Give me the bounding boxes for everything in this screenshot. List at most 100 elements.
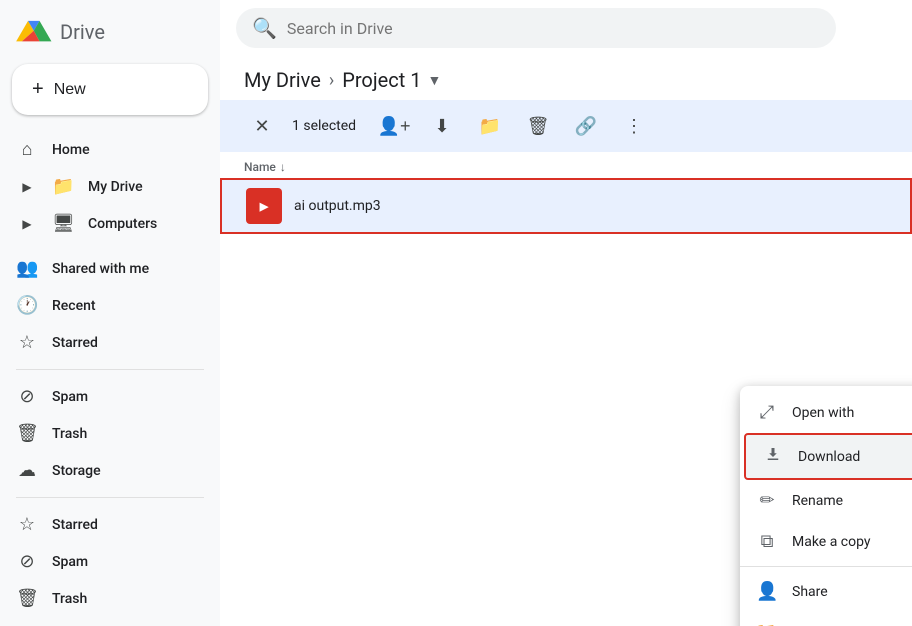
computers-expand-icon: ▶ xyxy=(16,217,38,231)
organize-icon: 📂 xyxy=(756,622,778,626)
search-bar[interactable]: 🔍 xyxy=(236,8,836,48)
app-name: Drive xyxy=(60,20,105,44)
sidebar-item-computers[interactable]: ▶ 🖥 Computers xyxy=(0,205,208,242)
content-area: Name ↓ ▶ ai output.mp3 ⤢ Open with › xyxy=(220,156,912,626)
sidebar-item-trash[interactable]: 🗑 Trash xyxy=(0,415,208,452)
close-selection-button[interactable]: ✕ xyxy=(244,108,280,144)
shared-icon: 👥 xyxy=(16,258,38,279)
sidebar-item-starred2[interactable]: ☆ Starred xyxy=(0,506,208,543)
share-action-button[interactable]: 👤+ xyxy=(376,108,412,144)
name-column-label[interactable]: Name xyxy=(244,160,276,174)
sidebar: Drive + New ⌂ Home ▶ 📁 My Drive ▶ 🖥 Comp… xyxy=(0,0,220,626)
move-action-icon: 📁 xyxy=(479,116,501,137)
breadcrumb-current-label: Project 1 xyxy=(342,68,421,92)
sidebar-item-spam2[interactable]: ⊘ Spam xyxy=(0,543,208,580)
download-action-button[interactable]: ⬇ xyxy=(424,108,460,144)
context-menu: ⤢ Open with › Download ✏ Rename xyxy=(740,386,912,626)
app-logo: Drive xyxy=(0,8,220,60)
file-icon-label: ▶ xyxy=(260,200,268,213)
sidebar-label-computers: Computers xyxy=(88,216,157,232)
sidebar-divider-1 xyxy=(16,369,204,370)
more-action-button[interactable]: ⋮ xyxy=(616,108,652,144)
recent-icon: 🕐 xyxy=(16,295,38,316)
sidebar-label-recent: Recent xyxy=(52,298,96,314)
download-action-icon: ⬇ xyxy=(435,116,450,137)
new-button[interactable]: + New xyxy=(12,64,208,115)
breadcrumb-separator: › xyxy=(329,70,334,91)
sidebar-label-trash2: Trash xyxy=(52,591,87,607)
new-icon: + xyxy=(32,78,44,101)
open-with-icon: ⤢ xyxy=(756,402,778,423)
share-action-icon: 👤+ xyxy=(378,116,411,137)
sidebar-item-storage[interactable]: ☁ Storage xyxy=(0,452,208,489)
new-button-label: New xyxy=(54,81,86,99)
breadcrumb-current[interactable]: Project 1 ▼ xyxy=(342,68,441,92)
sidebar-label-spam: Spam xyxy=(52,389,88,405)
trash2-icon: 🗑 xyxy=(16,588,38,609)
move-action-button[interactable]: 📁 xyxy=(472,108,508,144)
share-icon: 👤 xyxy=(756,581,778,602)
breadcrumb-dropdown-icon: ▼ xyxy=(427,72,441,89)
sidebar-label-home: Home xyxy=(52,142,90,158)
link-action-button[interactable]: 🔗 xyxy=(568,108,604,144)
home-icon: ⌂ xyxy=(16,139,38,160)
menu-label-rename: Rename xyxy=(792,493,843,509)
selected-count-label: 1 selected xyxy=(292,118,356,134)
my-drive-expand-icon: ▶ xyxy=(16,180,38,194)
table-row[interactable]: ▶ ai output.mp3 xyxy=(220,178,912,234)
more-action-icon: ⋮ xyxy=(625,116,643,137)
menu-item-download[interactable]: Download xyxy=(744,433,912,480)
sidebar-label-spam2: Spam xyxy=(52,554,88,570)
sidebar-label-trash: Trash xyxy=(52,426,87,442)
download-icon xyxy=(762,445,784,468)
file-list-header: Name ↓ xyxy=(220,156,912,178)
main-content: 🔍 My Drive › Project 1 ▼ ✕ 1 selected 👤+… xyxy=(220,0,912,626)
delete-action-icon: 🗑 xyxy=(527,116,550,137)
spam2-icon: ⊘ xyxy=(16,551,38,572)
my-drive-folder-icon: 📁 xyxy=(52,176,74,197)
close-icon: ✕ xyxy=(254,116,269,137)
search-icon: 🔍 xyxy=(252,16,277,40)
sidebar-item-home[interactable]: ⌂ Home xyxy=(0,131,208,168)
context-menu-divider-1 xyxy=(740,566,912,567)
link-action-icon: 🔗 xyxy=(575,116,597,137)
sidebar-label-my-drive: My Drive xyxy=(88,179,143,195)
computers-icon: 🖥 xyxy=(52,213,74,234)
menu-label-download: Download xyxy=(798,449,860,465)
menu-item-share[interactable]: 👤 Share › xyxy=(740,571,912,612)
sidebar-item-recent[interactable]: 🕐 Recent xyxy=(0,287,208,324)
sidebar-item-starred[interactable]: ☆ Starred xyxy=(0,324,208,361)
sidebar-item-shared[interactable]: 👥 Shared with me xyxy=(0,250,208,287)
breadcrumb: My Drive › Project 1 ▼ xyxy=(220,56,912,100)
sidebar-divider-2 xyxy=(16,497,204,498)
menu-item-rename[interactable]: ✏ Rename xyxy=(740,480,912,521)
menu-label-open-with: Open with xyxy=(792,405,854,421)
drive-logo-icon xyxy=(16,16,52,48)
sidebar-label-shared: Shared with me xyxy=(52,261,149,277)
action-bar: ✕ 1 selected 👤+ ⬇ 📁 🗑 🔗 ⋮ xyxy=(220,100,912,152)
menu-label-make-copy: Make a copy xyxy=(792,534,871,550)
sidebar-item-spam[interactable]: ⊘ Spam xyxy=(0,378,208,415)
rename-icon: ✏ xyxy=(756,490,778,511)
storage-icon: ☁ xyxy=(16,460,38,481)
file-type-icon: ▶ xyxy=(246,188,282,224)
sidebar-item-trash2[interactable]: 🗑 Trash xyxy=(0,580,208,617)
breadcrumb-root[interactable]: My Drive xyxy=(244,68,321,92)
menu-item-open-with[interactable]: ⤢ Open with › xyxy=(740,392,912,433)
sidebar-label-starred: Starred xyxy=(52,335,98,351)
menu-item-make-copy[interactable]: ⧉ Make a copy Ctrl+C Ctrl+V xyxy=(740,521,912,562)
copy-icon: ⧉ xyxy=(756,531,778,552)
menu-label-share: Share xyxy=(792,584,828,600)
sidebar-label-storage: Storage xyxy=(52,463,101,479)
sidebar-item-my-drive[interactable]: ▶ 📁 My Drive xyxy=(0,168,208,205)
file-name-label: ai output.mp3 xyxy=(294,198,381,214)
starred-icon: ☆ xyxy=(16,332,38,353)
sort-arrow-icon: ↓ xyxy=(280,160,286,174)
menu-item-organize[interactable]: 📂 Organize › xyxy=(740,612,912,626)
delete-action-button[interactable]: 🗑 xyxy=(520,108,556,144)
spam-icon: ⊘ xyxy=(16,386,38,407)
starred2-icon: ☆ xyxy=(16,514,38,535)
search-input[interactable] xyxy=(287,19,820,38)
trash-icon: 🗑 xyxy=(16,423,38,444)
sidebar-label-starred2: Starred xyxy=(52,517,98,533)
